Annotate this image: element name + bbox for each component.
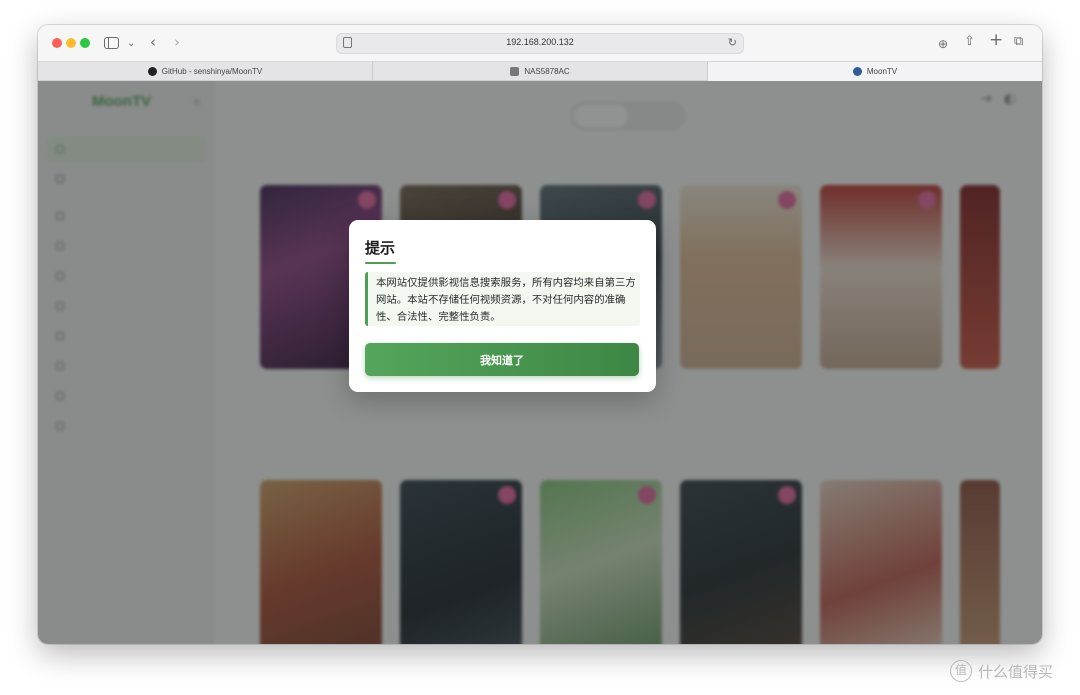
close-window-button[interactable]	[52, 38, 62, 48]
browser-toolbar: ⌄ ‹ › 192.168.200.132 ↻ ⊕ ⇧ + ⧉	[38, 25, 1042, 61]
disclaimer-text: 本网站仅提供影视信息搜索服务，所有内容均来自第三方网站。本站不存储任何视频资源，…	[365, 272, 640, 326]
tab-label: GitHub - senshinya/MoonTV	[161, 67, 263, 76]
tab-nas[interactable]: NAS5878AC	[373, 62, 708, 81]
tab-moontv[interactable]: MoonTV	[708, 62, 1042, 81]
downloads-icon[interactable]: ⊕	[938, 35, 948, 53]
dialog-title: 提示	[365, 239, 396, 257]
tab-overview-icon[interactable]: ⧉	[1014, 33, 1023, 51]
title-underline	[365, 262, 396, 264]
watermark: 值 什么值得买	[950, 660, 1053, 682]
back-icon[interactable]: ‹	[150, 33, 156, 51]
tab-label: MoonTV	[866, 67, 898, 76]
watermark-text: 什么值得买	[978, 662, 1054, 681]
sidebar-toggle-icon[interactable]	[104, 37, 119, 49]
tab-bar: GitHub - senshinya/MoonTV NAS5878AC Moon…	[38, 61, 1042, 81]
tab-github[interactable]: GitHub - senshinya/MoonTV	[38, 62, 373, 81]
url-text: 192.168.200.132	[506, 37, 574, 47]
address-bar[interactable]: 192.168.200.132 ↻	[336, 33, 744, 54]
chevron-down-icon[interactable]: ⌄	[127, 35, 135, 53]
acknowledge-button[interactable]: 我知道了	[365, 343, 639, 376]
github-icon	[147, 67, 157, 76]
tab-label: NAS5878AC	[524, 67, 570, 76]
moontv-icon	[852, 67, 862, 76]
share-icon[interactable]: ⇧	[964, 33, 975, 51]
forward-icon[interactable]: ›	[174, 33, 180, 51]
nas-icon	[510, 67, 520, 76]
minimize-window-button[interactable]	[66, 38, 76, 48]
new-tab-icon[interactable]: +	[989, 31, 1003, 49]
reload-icon[interactable]: ↻	[728, 36, 737, 49]
zoom-window-button[interactable]	[80, 38, 90, 48]
watermark-logo: 值	[950, 660, 972, 682]
notice-dialog: 提示 本网站仅提供影视信息搜索服务，所有内容均来自第三方网站。本站不存储任何视频…	[349, 220, 656, 392]
